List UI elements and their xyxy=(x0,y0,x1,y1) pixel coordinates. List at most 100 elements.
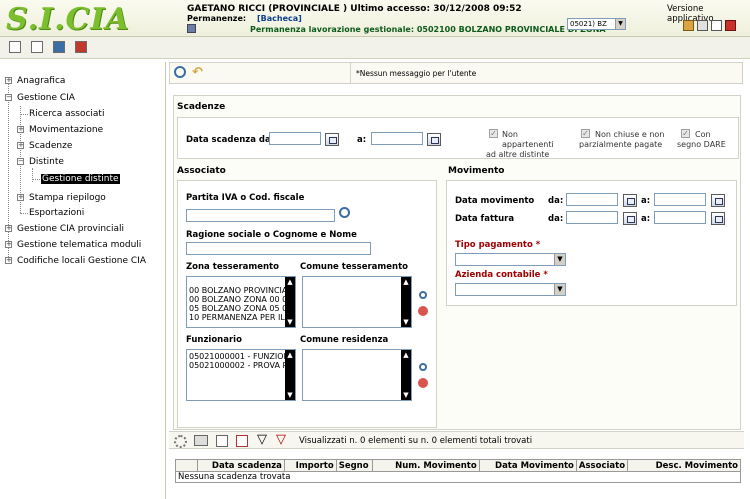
building-icon xyxy=(187,24,196,33)
list-item[interactable]: 05 BOLZANO ZONA 05 00 xyxy=(189,304,295,313)
col-num-movimento[interactable]: Num. Movimento xyxy=(371,459,480,472)
scroll-down-icon[interactable]: ▼ xyxy=(285,317,295,327)
comune-tess-label: Comune tesseramento xyxy=(300,262,408,272)
piva-input[interactable] xyxy=(186,209,335,222)
data-movimento-a-input[interactable] xyxy=(654,193,706,206)
col-segno[interactable]: Segno xyxy=(335,459,373,472)
scrollbar[interactable]: ▲ ▼ xyxy=(285,350,295,400)
scrollbar[interactable]: ▲ ▼ xyxy=(401,350,411,400)
list-item[interactable]: 05021000002 - PROVA PA xyxy=(189,361,295,370)
collapse-icon[interactable]: − xyxy=(17,158,24,165)
books-icon[interactable] xyxy=(683,20,694,31)
tree-item-stampa-riepilogo[interactable]: Stampa riepilogo xyxy=(29,193,106,203)
collapse-icon[interactable]: − xyxy=(5,94,12,101)
search-comune-icon[interactable] xyxy=(419,291,427,299)
calendar-icon[interactable] xyxy=(623,194,637,207)
report-icon[interactable] xyxy=(236,435,248,447)
home-icon[interactable] xyxy=(711,20,722,31)
search-icon[interactable] xyxy=(174,66,186,78)
scroll-up-icon[interactable]: ▲ xyxy=(401,350,411,360)
tree-item-distinte[interactable]: Distinte xyxy=(29,157,64,167)
scroll-down-icon[interactable]: ▼ xyxy=(401,390,411,400)
expand-icon[interactable]: + xyxy=(17,142,24,149)
tree-item-ricerca-associati[interactable]: Ricerca associati xyxy=(29,109,104,119)
scroll-up-icon[interactable]: ▲ xyxy=(401,277,411,287)
tipo-pagamento-select[interactable]: ▼ xyxy=(455,253,566,266)
tree-item-esportazioni[interactable]: Esportazioni xyxy=(29,208,84,218)
bookmark-red-icon[interactable] xyxy=(75,41,87,53)
permanenza-value[interactable]: [Bacheca] xyxy=(257,14,302,23)
tree-item-codifiche-locali[interactable]: Codifiche locali Gestione CIA xyxy=(17,256,146,266)
tree-item-anagrafica[interactable]: Anagrafica xyxy=(17,76,65,86)
col-importo[interactable]: Importo xyxy=(283,459,337,472)
delete-icon[interactable] xyxy=(418,306,428,316)
calendar-icon[interactable] xyxy=(623,212,637,225)
expand-icon[interactable]: + xyxy=(17,194,24,201)
col-desc-movimento[interactable]: Desc. Movimento xyxy=(627,459,741,472)
data-fattura-da-input[interactable] xyxy=(566,211,618,224)
tree-item-gestione-telematica[interactable]: Gestione telematica moduli xyxy=(17,240,141,250)
data-scadenza-a-input[interactable] xyxy=(371,132,423,145)
bookmark-blue-icon[interactable] xyxy=(53,41,65,53)
chevron-down-icon[interactable]: ▼ xyxy=(615,19,625,29)
gear-icon[interactable] xyxy=(174,435,187,448)
delete-icon[interactable] xyxy=(418,378,428,388)
azienda-select[interactable]: ▼ xyxy=(455,283,566,296)
calendar-icon[interactable] xyxy=(711,212,725,225)
scroll-up-icon[interactable]: ▲ xyxy=(285,277,295,287)
col-data-scadenza[interactable]: Data scadenza xyxy=(196,459,285,472)
printer-icon[interactable] xyxy=(194,435,208,446)
app-logo: S.I.CIA xyxy=(6,2,130,37)
list-item[interactable]: 10 PERMANENZA PER IL G xyxy=(189,313,295,322)
list-item[interactable]: 05021000001 - FUNZIONA xyxy=(189,352,295,361)
undo-icon[interactable]: ↶ xyxy=(192,65,203,80)
calendar-icon[interactable] xyxy=(427,133,441,146)
comune-tess-list[interactable]: ▲ ▼ xyxy=(302,276,412,328)
search-comune-res-icon[interactable] xyxy=(419,363,427,371)
expand-icon[interactable]: + xyxy=(5,77,12,84)
results-summary: Visualizzati n. 0 elementi su n. 0 eleme… xyxy=(299,436,533,446)
expand-tree-icon[interactable] xyxy=(31,41,43,53)
funzionario-label: Funzionario xyxy=(186,335,242,345)
chevron-down-icon[interactable]: ▼ xyxy=(554,284,565,295)
scroll-down-icon[interactable]: ▼ xyxy=(401,317,411,327)
collapse-tree-icon[interactable] xyxy=(9,41,21,53)
filter-clear-icon[interactable]: ▽ xyxy=(276,432,286,447)
chevron-down-icon[interactable]: ▼ xyxy=(554,254,565,265)
list-item[interactable]: 00 BOLZANO ZONA 00 01 xyxy=(189,295,295,304)
expand-icon[interactable]: + xyxy=(5,257,12,264)
data-fattura-a-input[interactable] xyxy=(654,211,706,224)
tree-item-gestione-distinte[interactable]: Gestione distinte xyxy=(41,174,120,184)
documents-icon[interactable] xyxy=(697,20,708,31)
col-associato[interactable]: Associato xyxy=(575,459,629,472)
zone-select[interactable]: 05021) BZ ▼ xyxy=(567,18,626,30)
scroll-down-icon[interactable]: ▼ xyxy=(285,390,295,400)
funzionario-list[interactable]: 05021000001 - FUNZIONA 05021000002 - PRO… xyxy=(186,349,296,401)
tree-item-gestione-cia-provinciali[interactable]: Gestione CIA provinciali xyxy=(17,224,124,234)
chk3-line2: segno DARE xyxy=(677,140,726,149)
calendar-icon[interactable] xyxy=(711,194,725,207)
list-item[interactable]: 00 BOLZANO PROVINCIALE xyxy=(189,286,295,295)
scroll-up-icon[interactable]: ▲ xyxy=(285,350,295,360)
tree-item-movimentazione[interactable]: Movimentazione xyxy=(29,125,103,135)
logout-icon[interactable] xyxy=(725,20,736,31)
comune-res-label: Comune residenza xyxy=(300,335,389,345)
expand-icon[interactable]: + xyxy=(17,126,24,133)
comune-res-list[interactable]: ▲ ▼ xyxy=(302,349,412,401)
zona-list[interactable]: 00 BOLZANO PROVINCIALE 00 BOLZANO ZONA 0… xyxy=(186,276,296,328)
search-associato-icon[interactable] xyxy=(339,207,350,218)
expand-icon[interactable]: + xyxy=(5,241,12,248)
list-icon[interactable] xyxy=(216,435,228,447)
calendar-icon[interactable] xyxy=(325,133,339,146)
chk-segno-dare-label: Con segno DARE xyxy=(677,130,737,150)
ragione-input[interactable] xyxy=(186,242,371,255)
tree-item-gestione-cia[interactable]: Gestione CIA xyxy=(17,93,75,103)
scrollbar[interactable]: ▲ ▼ xyxy=(285,277,295,327)
filter-icon[interactable]: ▽ xyxy=(257,432,267,447)
expand-icon[interactable]: + xyxy=(5,225,12,232)
data-movimento-da-input[interactable] xyxy=(566,193,618,206)
col-data-movimento[interactable]: Data Movimento xyxy=(478,459,577,472)
tree-item-scadenze[interactable]: Scadenze xyxy=(29,141,72,151)
scrollbar[interactable]: ▲ ▼ xyxy=(401,277,411,327)
data-scadenza-da-input[interactable] xyxy=(269,132,321,145)
